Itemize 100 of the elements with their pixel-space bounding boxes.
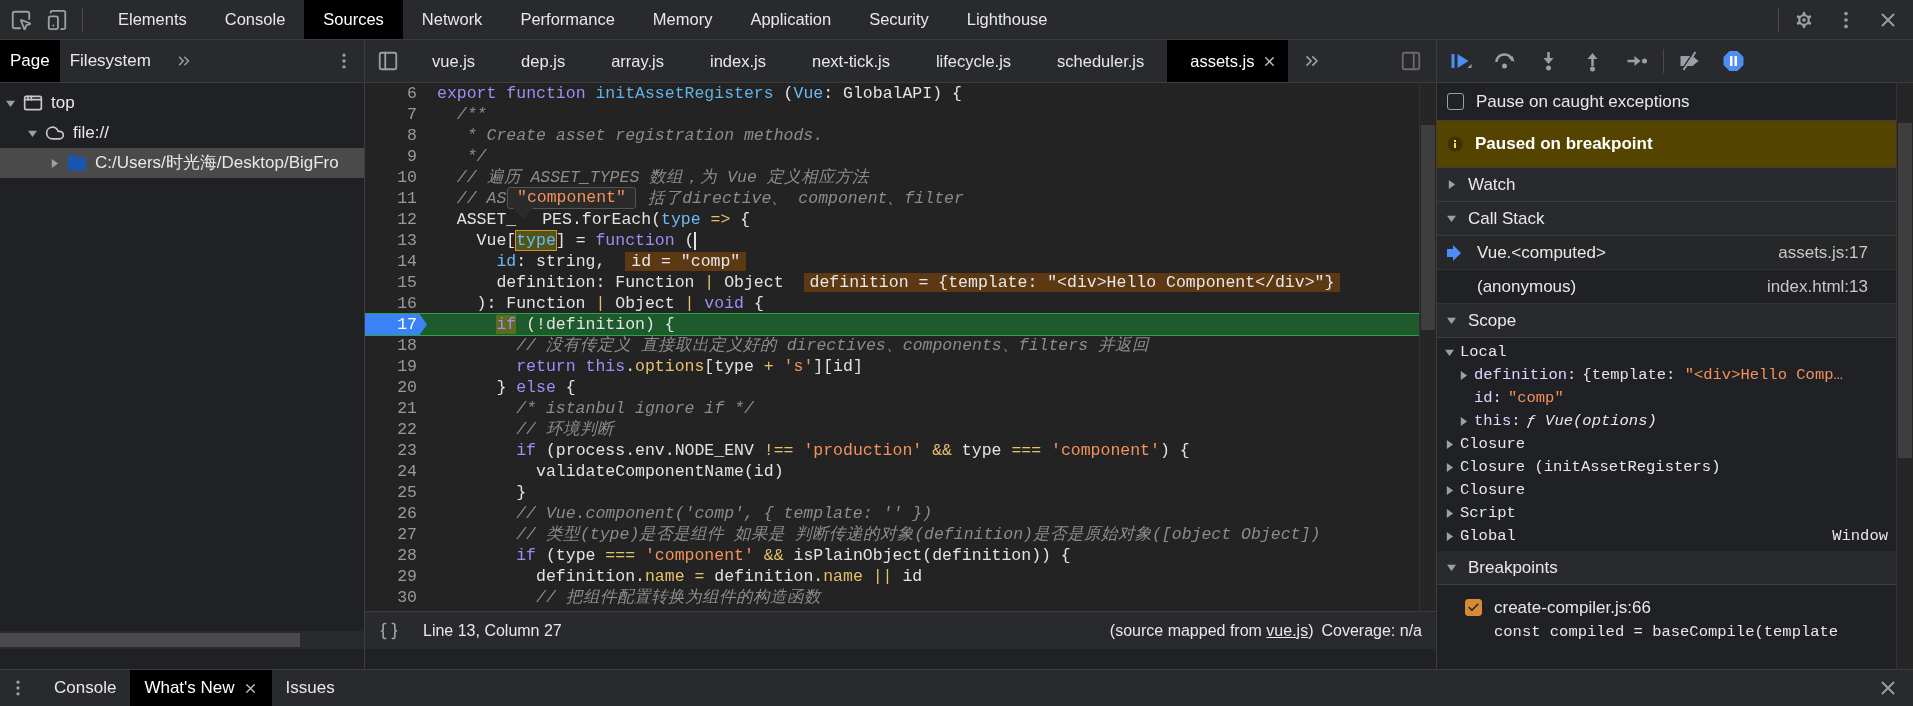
file-tab[interactable]: dep.js [498, 40, 589, 82]
scope-item[interactable]: Global Window [1437, 525, 1896, 548]
expand-arrow-icon[interactable] [1447, 563, 1456, 572]
scope-item[interactable]: Script [1437, 502, 1896, 525]
code-text: validateComponentName(id) [535, 461, 784, 482]
line-number[interactable]: 20 [365, 377, 427, 398]
expand-arrow-icon[interactable] [1447, 316, 1456, 325]
hovered-token[interactable]: type [516, 231, 556, 250]
scope-variable[interactable]: this: ƒ Vue(options) [1437, 410, 1896, 433]
drawer-tab[interactable]: What's New [130, 670, 272, 706]
source-link[interactable]: vue.js [1266, 621, 1309, 639]
checkbox-label: Pause on caught exceptions [1476, 90, 1690, 113]
line-number[interactable]: 18 [365, 335, 427, 356]
line-number[interactable]: 8 [365, 125, 427, 146]
expand-arrow-icon[interactable] [1445, 440, 1454, 449]
tree-item[interactable]: top [0, 88, 364, 118]
panel-tab[interactable]: Lighthouse [947, 0, 1067, 39]
call-frame[interactable]: Vue.<computed> assets.js:17 [1437, 236, 1896, 270]
section-header[interactable]: Scope [1437, 304, 1896, 338]
panel-tab[interactable]: Sources [304, 0, 403, 39]
section-header[interactable]: Call Stack [1437, 202, 1896, 236]
line-number[interactable]: 6 [365, 83, 427, 104]
file-tab[interactable]: index.js [687, 40, 789, 82]
code-text: (!definition) { [525, 314, 675, 335]
panel-tab[interactable]: Application [731, 0, 851, 39]
file-tab[interactable]: lifecycle.js [912, 40, 1035, 82]
line-number[interactable]: 24 [365, 461, 427, 482]
vertical-scrollbar[interactable] [1896, 83, 1913, 669]
toggle-debugger-icon[interactable] [1400, 50, 1422, 72]
panel-tab[interactable]: Console [205, 0, 305, 39]
line-number[interactable]: 11 [365, 188, 427, 209]
settings-icon[interactable] [1793, 8, 1815, 31]
expand-arrow-icon[interactable] [6, 98, 15, 108]
line-number[interactable]: 29 [365, 566, 427, 587]
code-text: if (process.env.NODE_ENV !== 'production' && type === 'component') { [515, 440, 1190, 461]
line-number[interactable]: 16 [365, 293, 427, 314]
expand-arrow-icon[interactable] [1447, 180, 1456, 189]
checkbox[interactable] [1447, 93, 1464, 110]
tree-item[interactable]: file:// [0, 118, 364, 148]
scope-item[interactable]: Closure [1437, 479, 1896, 502]
expand-arrow-icon[interactable] [1445, 486, 1454, 495]
navigator-tab[interactable]: Page [0, 40, 60, 82]
breakpoint-marker[interactable]: 17 [365, 314, 427, 335]
line-number[interactable]: 23 [365, 440, 427, 461]
navigator-tab[interactable]: Filesystem [59, 40, 161, 82]
line-number[interactable]: 13 [365, 230, 427, 251]
checkbox[interactable] [1465, 599, 1482, 617]
line-number[interactable]: 30 [365, 587, 427, 608]
line-number[interactable]: 7 [365, 104, 427, 125]
section-header[interactable]: Breakpoints [1437, 551, 1896, 585]
line-number[interactable]: 12 [365, 209, 427, 230]
horizontal-scrollbar[interactable] [0, 631, 364, 649]
expand-arrow-icon[interactable] [1459, 371, 1468, 380]
scope-variable[interactable]: id: "comp" [1437, 387, 1896, 410]
inspect-icon[interactable] [10, 8, 32, 31]
scope-item[interactable]: Closure (initAssetRegisters) [1437, 456, 1896, 479]
line-number[interactable]: 19 [365, 356, 427, 377]
scope-variable[interactable]: definition: {template: "<div>Hello Comp… [1437, 364, 1896, 387]
expand-arrow-icon[interactable] [1445, 348, 1454, 357]
pause-exceptions-icon[interactable] [1722, 50, 1746, 72]
expand-arrow-icon[interactable] [28, 128, 37, 138]
vertical-scrollbar[interactable] [1419, 83, 1436, 611]
panel-tab[interactable]: Security [850, 0, 948, 39]
line-number[interactable]: 25 [365, 482, 427, 503]
scope-item[interactable]: Local [1437, 341, 1896, 364]
line-number[interactable]: 14 [365, 251, 427, 272]
scope-item[interactable]: Closure [1437, 433, 1896, 456]
line-number[interactable]: 21 [365, 398, 427, 419]
panel-tab[interactable]: Network [402, 0, 502, 39]
line-number[interactable]: 15 [365, 272, 427, 293]
pretty-print-icon[interactable] [379, 620, 399, 641]
section-header[interactable]: Watch [1437, 168, 1896, 202]
file-tab[interactable]: vue.js [409, 40, 499, 82]
tree-item[interactable]: C:/Users/时光海/Desktop/BigFro [0, 148, 364, 178]
panel-tab[interactable]: Memory [633, 0, 732, 39]
expand-arrow-icon[interactable] [1445, 463, 1454, 472]
file-tab[interactable]: assets.js [1167, 40, 1289, 82]
file-tab[interactable]: next-tick.js [788, 40, 913, 82]
line-number[interactable]: 28 [365, 545, 427, 566]
code-comment: // AS [455, 188, 507, 209]
line-number[interactable]: 9 [365, 146, 427, 167]
expand-arrow-icon[interactable] [1447, 214, 1456, 223]
line-number[interactable]: 27 [365, 524, 427, 545]
panel-tab[interactable]: Performance [501, 0, 634, 39]
drawer-tab[interactable]: Console [40, 670, 131, 706]
panel-tab[interactable]: Elements [99, 0, 206, 39]
current-frame-arrow-icon [1447, 244, 1461, 261]
line-number[interactable]: 22 [365, 419, 427, 440]
expand-arrow-icon[interactable] [1459, 417, 1468, 426]
line-number[interactable]: 10 [365, 167, 427, 188]
expand-arrow-icon[interactable] [1445, 532, 1454, 541]
file-tab[interactable]: array.js [588, 40, 687, 82]
device-icon[interactable] [46, 8, 68, 31]
expand-arrow-icon[interactable] [50, 158, 59, 168]
toggle-navigator-icon[interactable] [377, 50, 399, 72]
expand-arrow-icon[interactable] [1445, 509, 1454, 518]
file-tab[interactable]: scheduler.js [1034, 40, 1168, 82]
line-number[interactable]: 26 [365, 503, 427, 524]
drawer-tab[interactable]: Issues [271, 670, 349, 706]
tree-label: C:/Users/时光海/Desktop/BigFro [95, 152, 339, 175]
